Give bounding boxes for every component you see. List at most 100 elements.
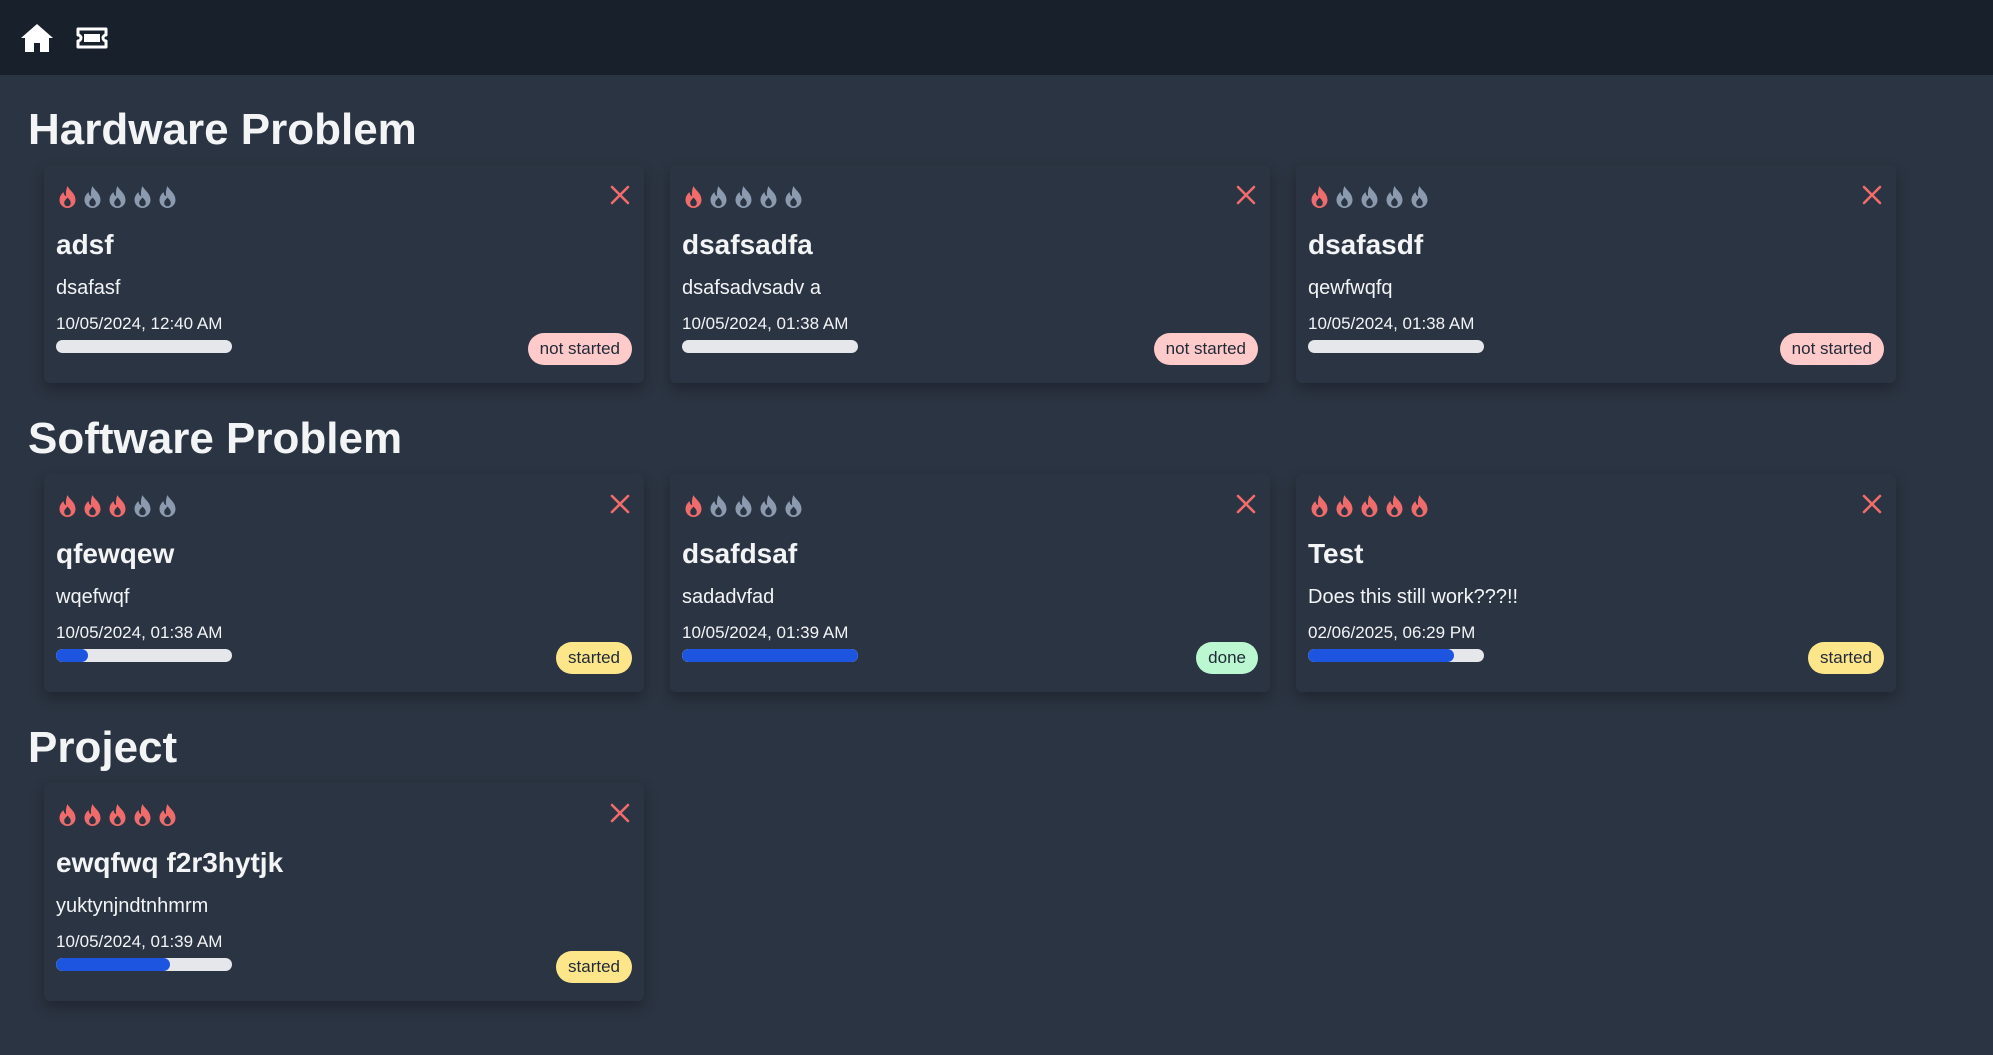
ticket-title: adsf: [56, 229, 114, 260]
ticket-card[interactable]: dsafasdf qewfwqfq 10/05/2024, 01:38 AM n…: [1296, 165, 1896, 383]
ticket-card[interactable]: dsafdsaf sadadvfad 10/05/2024, 01:39 AM …: [670, 474, 1270, 692]
delete-ticket-button[interactable]: [608, 492, 632, 516]
flame-icon-inactive[interactable]: [131, 185, 154, 209]
ticket-description: wqefwqf: [56, 586, 130, 608]
flame-icon-active[interactable]: [1308, 185, 1331, 209]
flame-icon-active[interactable]: [156, 803, 179, 827]
section-title: Hardware Problem: [28, 105, 417, 154]
main-content: Hardware Problem adsf dsafasf 10/05/2024…: [0, 75, 1993, 1001]
flame-icon-inactive[interactable]: [1408, 185, 1431, 209]
flame-icon-active[interactable]: [56, 803, 79, 827]
flame-icon-inactive[interactable]: [1333, 185, 1356, 209]
close-icon: [1862, 185, 1882, 205]
flame-icon-active[interactable]: [1358, 494, 1381, 518]
flame-icon-active[interactable]: [1408, 494, 1431, 518]
ticket-description: Does this still work???!!: [1308, 586, 1519, 608]
close-icon: [1236, 494, 1256, 514]
flame-icon-active[interactable]: [131, 803, 154, 827]
ticket-title: Test: [1308, 538, 1364, 569]
ticket-timestamp: 10/05/2024, 01:38 AM: [682, 314, 849, 333]
delete-ticket-button[interactable]: [1860, 492, 1884, 516]
flame-icon-inactive[interactable]: [156, 185, 179, 209]
ticket-section: Project ewqfwq f2r3hytjk yuktynjndtnhmrm…: [28, 723, 1993, 1001]
priority-rating: [1308, 494, 1884, 518]
flame-icon-active[interactable]: [1383, 494, 1406, 518]
priority-rating: [682, 494, 1258, 518]
home-icon[interactable]: [20, 22, 54, 54]
status-badge: not started: [1153, 333, 1258, 365]
flame-icon-inactive[interactable]: [106, 185, 129, 209]
priority-rating: [56, 185, 632, 209]
ticket-title: dsafdsaf: [682, 538, 798, 569]
status-badge: not started: [1779, 333, 1884, 365]
priority-rating: [56, 494, 632, 518]
flame-icon-inactive[interactable]: [782, 185, 805, 209]
card-grid: qfewqew wqefwqf 10/05/2024, 01:38 AM sta…: [44, 474, 1993, 692]
flame-icon-inactive[interactable]: [732, 494, 755, 518]
card-grid: ewqfwq f2r3hytjk yuktynjndtnhmrm 10/05/2…: [44, 783, 1993, 1001]
ticket-timestamp: 10/05/2024, 01:38 AM: [1308, 314, 1475, 333]
ticket-timestamp: 10/05/2024, 12:40 AM: [56, 314, 223, 333]
priority-rating: [56, 803, 632, 827]
ticket-description: qewfwqfq: [1308, 277, 1393, 299]
flame-icon-inactive[interactable]: [131, 494, 154, 518]
flame-icon-active[interactable]: [682, 494, 705, 518]
progress-bar: [56, 340, 232, 353]
close-icon: [610, 803, 630, 823]
flame-icon-active[interactable]: [1333, 494, 1356, 518]
delete-ticket-button[interactable]: [608, 183, 632, 207]
priority-rating: [1308, 185, 1884, 209]
flame-icon-inactive[interactable]: [707, 494, 730, 518]
flame-icon-inactive[interactable]: [707, 185, 730, 209]
flame-icon-inactive[interactable]: [156, 494, 179, 518]
progress-bar: [56, 649, 232, 662]
ticket-card[interactable]: ewqfwq f2r3hytjk yuktynjndtnhmrm 10/05/2…: [44, 783, 644, 1001]
flame-icon-active[interactable]: [1308, 494, 1331, 518]
delete-ticket-button[interactable]: [1860, 183, 1884, 207]
flame-icon-inactive[interactable]: [757, 185, 780, 209]
flame-icon-active[interactable]: [56, 185, 79, 209]
flame-icon-active[interactable]: [81, 803, 104, 827]
progress-bar: [56, 958, 232, 971]
top-nav-bar: [0, 0, 1993, 75]
close-icon: [610, 185, 630, 205]
flame-icon-active[interactable]: [106, 803, 129, 827]
flame-icon-inactive[interactable]: [1358, 185, 1381, 209]
flame-icon-inactive[interactable]: [1383, 185, 1406, 209]
progress-bar: [682, 649, 858, 662]
flame-icon-active[interactable]: [81, 494, 104, 518]
ticket-card[interactable]: qfewqew wqefwqf 10/05/2024, 01:38 AM sta…: [44, 474, 644, 692]
flame-icon-active[interactable]: [56, 494, 79, 518]
ticket-description: dsafsadvsadv a: [682, 277, 821, 299]
priority-rating: [682, 185, 1258, 209]
ticket-description: sadadvfad: [682, 586, 775, 608]
delete-ticket-button[interactable]: [608, 801, 632, 825]
ticket-title: dsafsadfa: [682, 229, 813, 260]
progress-bar: [1308, 649, 1484, 662]
delete-ticket-button[interactable]: [1234, 492, 1258, 516]
ticket-card[interactable]: Test Does this still work???!! 02/06/202…: [1296, 474, 1896, 692]
flame-icon-active[interactable]: [106, 494, 129, 518]
ticket-timestamp: 10/05/2024, 01:39 AM: [682, 623, 849, 642]
flame-icon-inactive[interactable]: [782, 494, 805, 518]
status-badge: started: [1808, 642, 1884, 674]
delete-ticket-button[interactable]: [1234, 183, 1258, 207]
status-badge: done: [1196, 642, 1258, 674]
ticket-timestamp: 10/05/2024, 01:38 AM: [56, 623, 223, 642]
flame-icon-inactive[interactable]: [81, 185, 104, 209]
flame-icon-inactive[interactable]: [732, 185, 755, 209]
ticket-section: Hardware Problem adsf dsafasf 10/05/2024…: [28, 105, 1993, 383]
close-icon: [1236, 185, 1256, 205]
ticket-title: dsafasdf: [1308, 229, 1424, 260]
ticket-card[interactable]: adsf dsafasf 10/05/2024, 12:40 AM not st…: [44, 165, 644, 383]
progress-bar: [682, 340, 858, 353]
flame-icon-inactive[interactable]: [757, 494, 780, 518]
progress-fill: [1308, 649, 1455, 662]
ticket-title: ewqfwq f2r3hytjk: [56, 847, 284, 878]
flame-icon-active[interactable]: [682, 185, 705, 209]
ticket-card[interactable]: dsafsadfa dsafsadvsadv a 10/05/2024, 01:…: [670, 165, 1270, 383]
status-badge: started: [556, 642, 632, 674]
section-title: Project: [28, 723, 178, 772]
ticket-icon[interactable]: [76, 26, 108, 50]
card-grid: adsf dsafasf 10/05/2024, 12:40 AM not st…: [44, 165, 1993, 383]
